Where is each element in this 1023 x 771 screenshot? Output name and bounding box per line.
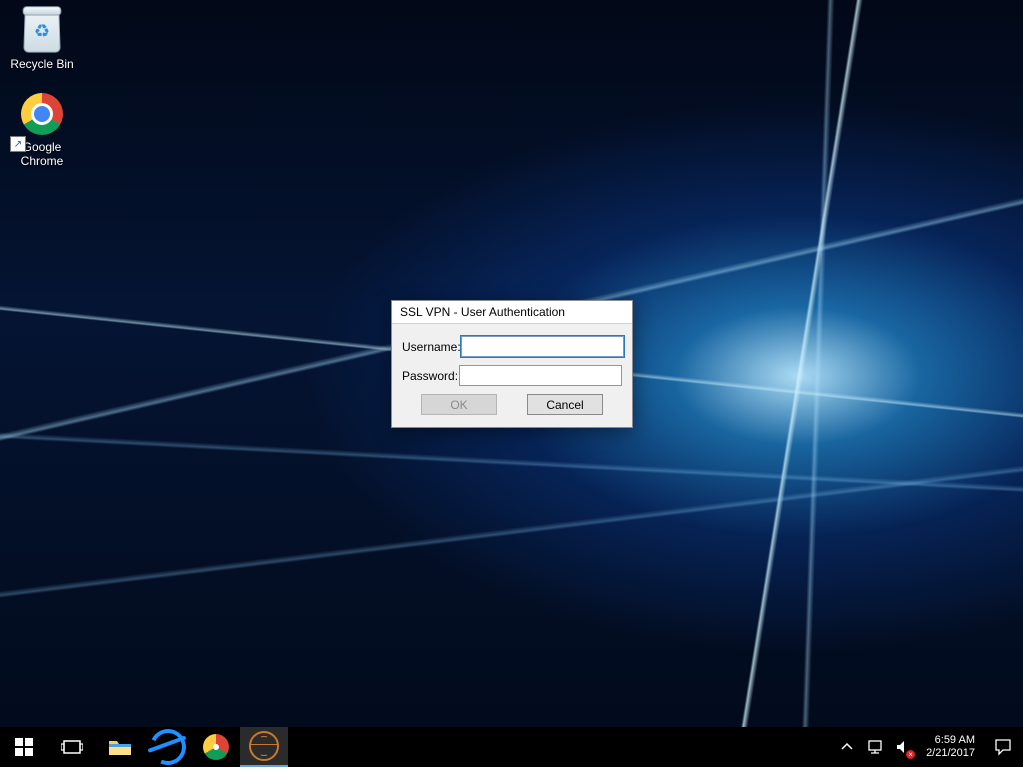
desktop-icon-recycle-bin[interactable]: ♻ Recycle Bin <box>4 4 80 77</box>
action-center-icon <box>994 738 1012 756</box>
shortcut-overlay-icon: ↗ <box>10 136 26 152</box>
start-button[interactable] <box>0 727 48 767</box>
action-center-button[interactable] <box>989 738 1017 756</box>
system-tray: × 6:59 AM 2/21/2017 <box>832 734 1023 760</box>
username-input[interactable] <box>461 336 624 357</box>
cancel-button[interactable]: Cancel <box>527 394 603 415</box>
password-label: Password: <box>402 369 459 383</box>
recycle-bin-icon: ♻ <box>19 8 65 54</box>
show-hidden-icons-button[interactable] <box>838 738 856 756</box>
clock-time: 6:59 AM <box>926 734 975 747</box>
dialog-title[interactable]: SSL VPN - User Authentication <box>392 301 632 324</box>
dialog-body: Username: Password: OK Cancel <box>392 324 632 427</box>
tray-volume[interactable]: × <box>894 738 912 756</box>
tray-network[interactable] <box>866 738 884 756</box>
clock-date: 2/21/2017 <box>926 747 975 760</box>
task-view-button[interactable] <box>48 727 96 767</box>
chrome-icon <box>203 734 229 760</box>
desktop-icon-google-chrome[interactable]: ↗ Google Chrome <box>4 87 80 174</box>
network-icon <box>866 739 884 755</box>
taskbar-clock[interactable]: 6:59 AM 2/21/2017 <box>926 734 975 760</box>
chevron-up-icon <box>841 741 853 753</box>
ssl-vpn-auth-dialog: SSL VPN - User Authentication Username: … <box>391 300 633 428</box>
globe-icon <box>249 731 279 761</box>
desktop-icons: ♻ Recycle Bin ↗ Google Chrome <box>4 4 80 184</box>
password-input[interactable] <box>459 365 622 386</box>
task-view-icon <box>61 739 83 755</box>
taskbar: × 6:59 AM 2/21/2017 <box>0 727 1023 767</box>
desktop-icon-label: Recycle Bin <box>10 57 73 71</box>
windows-logo-icon <box>15 738 33 756</box>
taskbar-internet-explorer[interactable] <box>144 727 192 767</box>
taskbar-file-explorer[interactable] <box>96 727 144 767</box>
desktop-icon-label: Google Chrome <box>21 140 64 168</box>
username-label: Username: <box>402 340 461 354</box>
internet-explorer-icon <box>145 724 191 770</box>
file-explorer-icon <box>108 737 132 757</box>
chrome-icon <box>19 91 65 137</box>
volume-muted-badge: × <box>906 750 915 759</box>
ok-button[interactable]: OK <box>421 394 497 415</box>
taskbar-google-chrome[interactable] <box>192 727 240 767</box>
taskbar-globalprotect[interactable] <box>240 727 288 767</box>
